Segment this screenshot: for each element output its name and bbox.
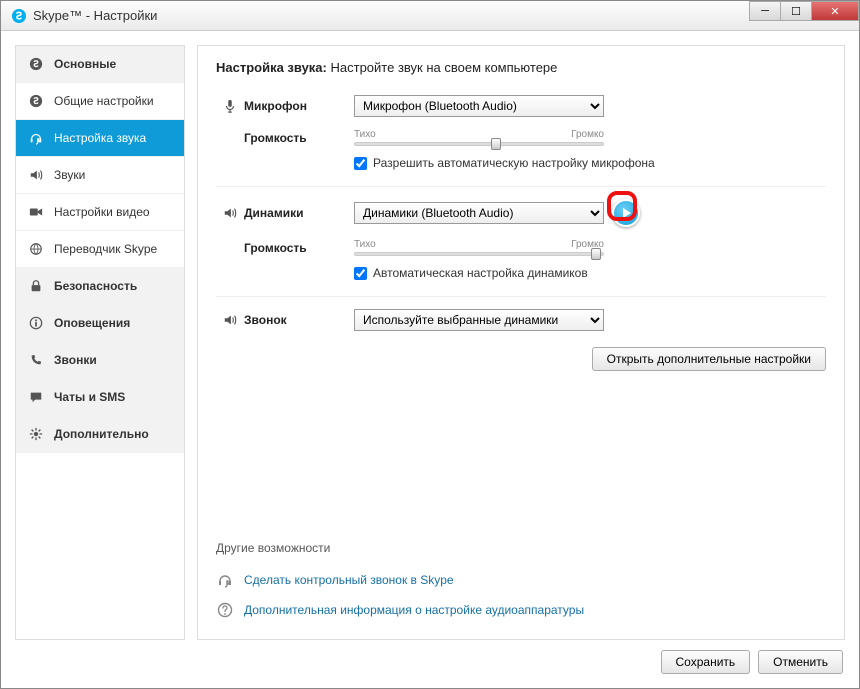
sidebar-label: Оповещения [54,316,130,330]
sidebar-item-chat[interactable]: Чаты и SMS [16,379,184,416]
sidebar-label: Безопасность [54,279,137,293]
chat-icon [28,389,44,405]
other-title: Другие возможности [216,541,826,555]
mic-auto-checkbox[interactable] [354,157,367,170]
footer-buttons: Сохранить Отменить [15,640,845,674]
test-call-link[interactable]: Сделать контрольный звонок в Skype [244,573,454,587]
camera-icon [28,204,44,220]
sidebar-label: Настройки видео [54,205,150,219]
info-icon [28,315,44,331]
sidebar-label: Звуки [54,168,85,182]
ringer-row: Звонок Используйте выбранные динамики [216,303,826,337]
sidebar-item-advanced[interactable]: Дополнительно [16,416,184,453]
sidebar-label: Чаты и SMS [54,390,125,404]
other-section: Другие возможности Сделать контрольный з… [216,521,826,625]
titlebar: Skype™ - Настройки ─ ☐ ✕ [1,1,859,31]
audio-help-link-row: Дополнительная информация о настройке ау… [216,595,826,625]
speakers-device-select[interactable]: Динамики (Bluetooth Audio) [354,202,604,224]
speakers-auto-label: Автоматическая настройка динамиков [373,266,588,280]
maximize-button[interactable]: ☐ [780,1,812,21]
sidebar-item-translator[interactable]: Переводчик Skype [16,231,184,268]
speakers-volume-row: Громкость ТихоГромко [216,233,826,262]
gear-icon [28,426,44,442]
sidebar-item-sounds[interactable]: Звуки [16,157,184,194]
panels: Основные Общие настройки Настройка звука… [15,45,845,640]
page-title: Настройка звука: Настройте звук на своем… [216,60,826,75]
speaker-icon [216,206,244,220]
skype-icon [11,8,27,24]
sidebar-label: Основные [54,57,116,71]
skype-icon [28,56,44,72]
ringer-label: Звонок [244,313,354,327]
speakers-row: Динамики Динамики (Bluetooth Audio) [216,193,826,233]
test-speakers-button[interactable] [612,199,640,227]
speaker-icon [28,167,44,183]
settings-window: Skype™ - Настройки ─ ☐ ✕ Основные Общие … [0,0,860,689]
ringer-device-select[interactable]: Используйте выбранные динамики [354,309,604,331]
mic-auto-row: Разрешить автоматическую настройку микро… [354,152,826,180]
window-title: Skype™ - Настройки [33,8,157,23]
mic-label: Микрофон [244,99,354,113]
speakers-auto-checkbox[interactable] [354,267,367,280]
headset-icon [216,571,234,589]
minimize-button[interactable]: ─ [749,1,781,21]
mic-volume-row: Громкость ТихоГромко [216,123,826,152]
sidebar-item-calls[interactable]: Звонки [16,342,184,379]
microphone-icon [216,99,244,113]
speakers-auto-row: Автоматическая настройка динамиков [354,262,826,290]
sidebar-label: Звонки [54,353,97,367]
window-buttons: ─ ☐ ✕ [750,1,859,21]
mic-device-select[interactable]: Микрофон (Bluetooth Audio) [354,95,604,117]
speakers-label: Динамики [244,206,354,220]
audio-help-link[interactable]: Дополнительная информация о настройке ау… [244,603,584,617]
headset-icon [28,130,44,146]
sidebar-label: Общие настройки [54,94,154,108]
sidebar-item-alerts[interactable]: Оповещения [16,305,184,342]
sidebar-label: Переводчик Skype [54,242,157,256]
phone-icon [28,352,44,368]
sidebar-item-general[interactable]: Общие настройки [16,83,184,120]
skype-icon [28,93,44,109]
sidebar-item-video[interactable]: Настройки видео [16,194,184,231]
sidebar-item-audio[interactable]: Настройка звука [16,120,184,157]
mic-volume-slider[interactable]: ТихоГромко [354,129,604,146]
speakers-volume-slider[interactable]: ТихоГромко [354,239,604,256]
sidebar-label: Настройка звука [54,131,146,145]
cancel-button[interactable]: Отменить [758,650,843,674]
globe-icon [28,241,44,257]
main-panel: Настройка звука: Настройте звук на своем… [197,45,845,640]
content: Основные Общие настройки Настройка звука… [1,31,859,688]
test-call-link-row: Сделать контрольный звонок в Skype [216,565,826,595]
speaker-icon [216,313,244,327]
lock-icon [28,278,44,294]
sidebar-item-general-section[interactable]: Основные [16,46,184,83]
sidebar: Основные Общие настройки Настройка звука… [15,45,185,640]
close-button[interactable]: ✕ [811,1,859,21]
mic-volume-label: Громкость [244,131,354,145]
speakers-volume-label: Громкость [244,241,354,255]
help-icon [216,601,234,619]
save-button[interactable]: Сохранить [661,650,751,674]
mic-row: Микрофон Микрофон (Bluetooth Audio) [216,89,826,123]
sidebar-item-security[interactable]: Безопасность [16,268,184,305]
sidebar-label: Дополнительно [54,427,149,441]
open-advanced-button[interactable]: Открыть дополнительные настройки [592,347,826,371]
mic-auto-label: Разрешить автоматическую настройку микро… [373,156,655,170]
